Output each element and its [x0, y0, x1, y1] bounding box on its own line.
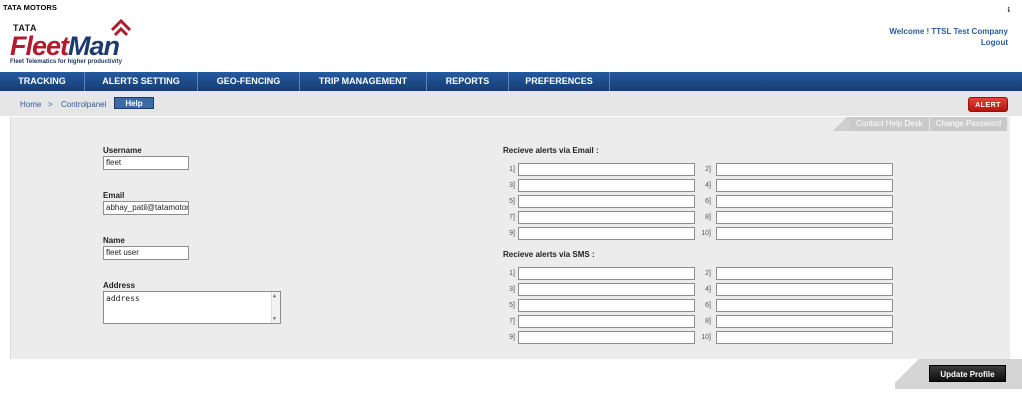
username-field[interactable]: fleet [103, 156, 189, 170]
address-field[interactable]: address ▲ ▼ [103, 291, 281, 324]
alert-button[interactable]: ALERT [968, 97, 1008, 112]
email-slot-label: 3] [509, 182, 515, 189]
nav-tracking[interactable]: TRACKING [0, 72, 85, 91]
sms-alert-input-2[interactable] [716, 267, 893, 280]
email-slot-label: 7] [509, 214, 515, 221]
sms-slot-label: 8] [705, 318, 711, 325]
scroll-up-icon[interactable]: ▲ [273, 293, 276, 299]
sms-slot-label: 10] [701, 334, 711, 341]
email-alert-input-6[interactable] [716, 195, 893, 208]
email-slot-label: 1] [509, 166, 515, 173]
fleetman-logo: FleetMan [10, 31, 120, 62]
breadcrumb-separator: > [48, 100, 53, 109]
email-slot-label: 9] [509, 230, 515, 237]
tab-change-password[interactable]: Change Password [929, 117, 1009, 131]
email-alert-input-9[interactable] [518, 227, 695, 240]
nav-preferences[interactable]: PREFERENCES [509, 72, 610, 91]
sms-alert-input-5[interactable] [518, 299, 695, 312]
sms-slot-label: 7] [509, 318, 515, 325]
sms-slot-label: 2] [705, 270, 711, 277]
sms-alert-input-1[interactable] [518, 267, 695, 280]
tab-notch [830, 117, 850, 131]
fleetman-logo-fleet: Fleet [10, 31, 69, 61]
sms-slot-label: 4] [705, 286, 711, 293]
sms-slot-label: 9] [509, 334, 515, 341]
breadcrumb: Home > Controlpanel Help ALERT [0, 91, 1022, 116]
update-profile-button[interactable]: Update Profile [929, 365, 1006, 382]
scroll-down-icon[interactable]: ▼ [273, 316, 276, 322]
panel-tabs: Contact Help Desk Change Password [830, 117, 1009, 131]
tab-contact-help-desk[interactable]: Contact Help Desk [850, 117, 930, 131]
email-alert-input-7[interactable] [518, 211, 695, 224]
email-alert-input-10[interactable] [716, 227, 893, 240]
sms-alert-input-9[interactable] [518, 331, 695, 344]
address-label: Address [103, 281, 136, 290]
sms-alert-input-10[interactable] [716, 331, 893, 344]
sms-slot-label: 1] [509, 270, 515, 277]
email-slot-label: 4] [705, 182, 711, 189]
nav-reports[interactable]: REPORTS [427, 72, 509, 91]
breadcrumb-current-help: Help [114, 97, 154, 109]
sms-slot-label: 3] [509, 286, 515, 293]
sms-alert-input-4[interactable] [716, 283, 893, 296]
email-field[interactable]: abhay_patil@tatamotors [103, 201, 189, 215]
welcome-text: Welcome ! TTSL Test Company [889, 27, 1008, 36]
main-nav: TRACKING ALERTS SETTING GEO-FENCING TRIP… [0, 72, 1022, 91]
nav-alerts-setting[interactable]: ALERTS SETTING [85, 72, 198, 91]
fleetman-logo-man: Man [68, 31, 120, 61]
sms-slot-label: 5] [509, 302, 515, 309]
sms-alert-input-8[interactable] [716, 315, 893, 328]
email-alert-input-8[interactable] [716, 211, 893, 224]
tata-motors-logo: TATA MOTORS [3, 3, 58, 12]
email-slot-label: 8] [705, 214, 711, 221]
nav-geo-fencing[interactable]: GEO-FENCING [198, 72, 300, 91]
address-scrollbar[interactable]: ▲ ▼ [271, 292, 280, 323]
email-slot-label: 2] [705, 166, 711, 173]
username-label: Username [103, 146, 142, 155]
email-slot-label: 10] [701, 230, 711, 237]
email-alert-input-3[interactable] [518, 179, 695, 192]
email-alert-input-1[interactable] [518, 163, 695, 176]
nav-trip-management[interactable]: TRIP MANAGEMENT [300, 72, 427, 91]
sms-alert-input-6[interactable] [716, 299, 893, 312]
address-value: address [106, 294, 140, 303]
sms-alerts-title: Recieve alerts via SMS : [503, 250, 595, 259]
email-slot-label: 6] [705, 198, 711, 205]
tagline: Fleet Telematics for higher productivity [10, 59, 122, 65]
name-label: Name [103, 236, 125, 245]
email-alert-input-2[interactable] [716, 163, 893, 176]
info-icon[interactable]: ℹ [1007, 6, 1010, 14]
logout-link[interactable]: Logout [981, 38, 1008, 47]
breadcrumb-home[interactable]: Home [20, 100, 41, 109]
email-alert-input-5[interactable] [518, 195, 695, 208]
email-slot-label: 5] [509, 198, 515, 205]
name-field[interactable]: fleet user [103, 246, 189, 260]
email-label: Email [103, 191, 125, 200]
email-alerts-title: Recieve alerts via Email : [503, 146, 599, 155]
header: TATA MOTORS TATA FleetMan Fleet Telemati… [0, 0, 1022, 72]
email-alert-input-4[interactable] [716, 179, 893, 192]
sms-alert-input-7[interactable] [518, 315, 695, 328]
sms-alert-input-3[interactable] [518, 283, 695, 296]
breadcrumb-controlpanel[interactable]: Controlpanel [61, 100, 106, 109]
sms-slot-label: 6] [705, 302, 711, 309]
